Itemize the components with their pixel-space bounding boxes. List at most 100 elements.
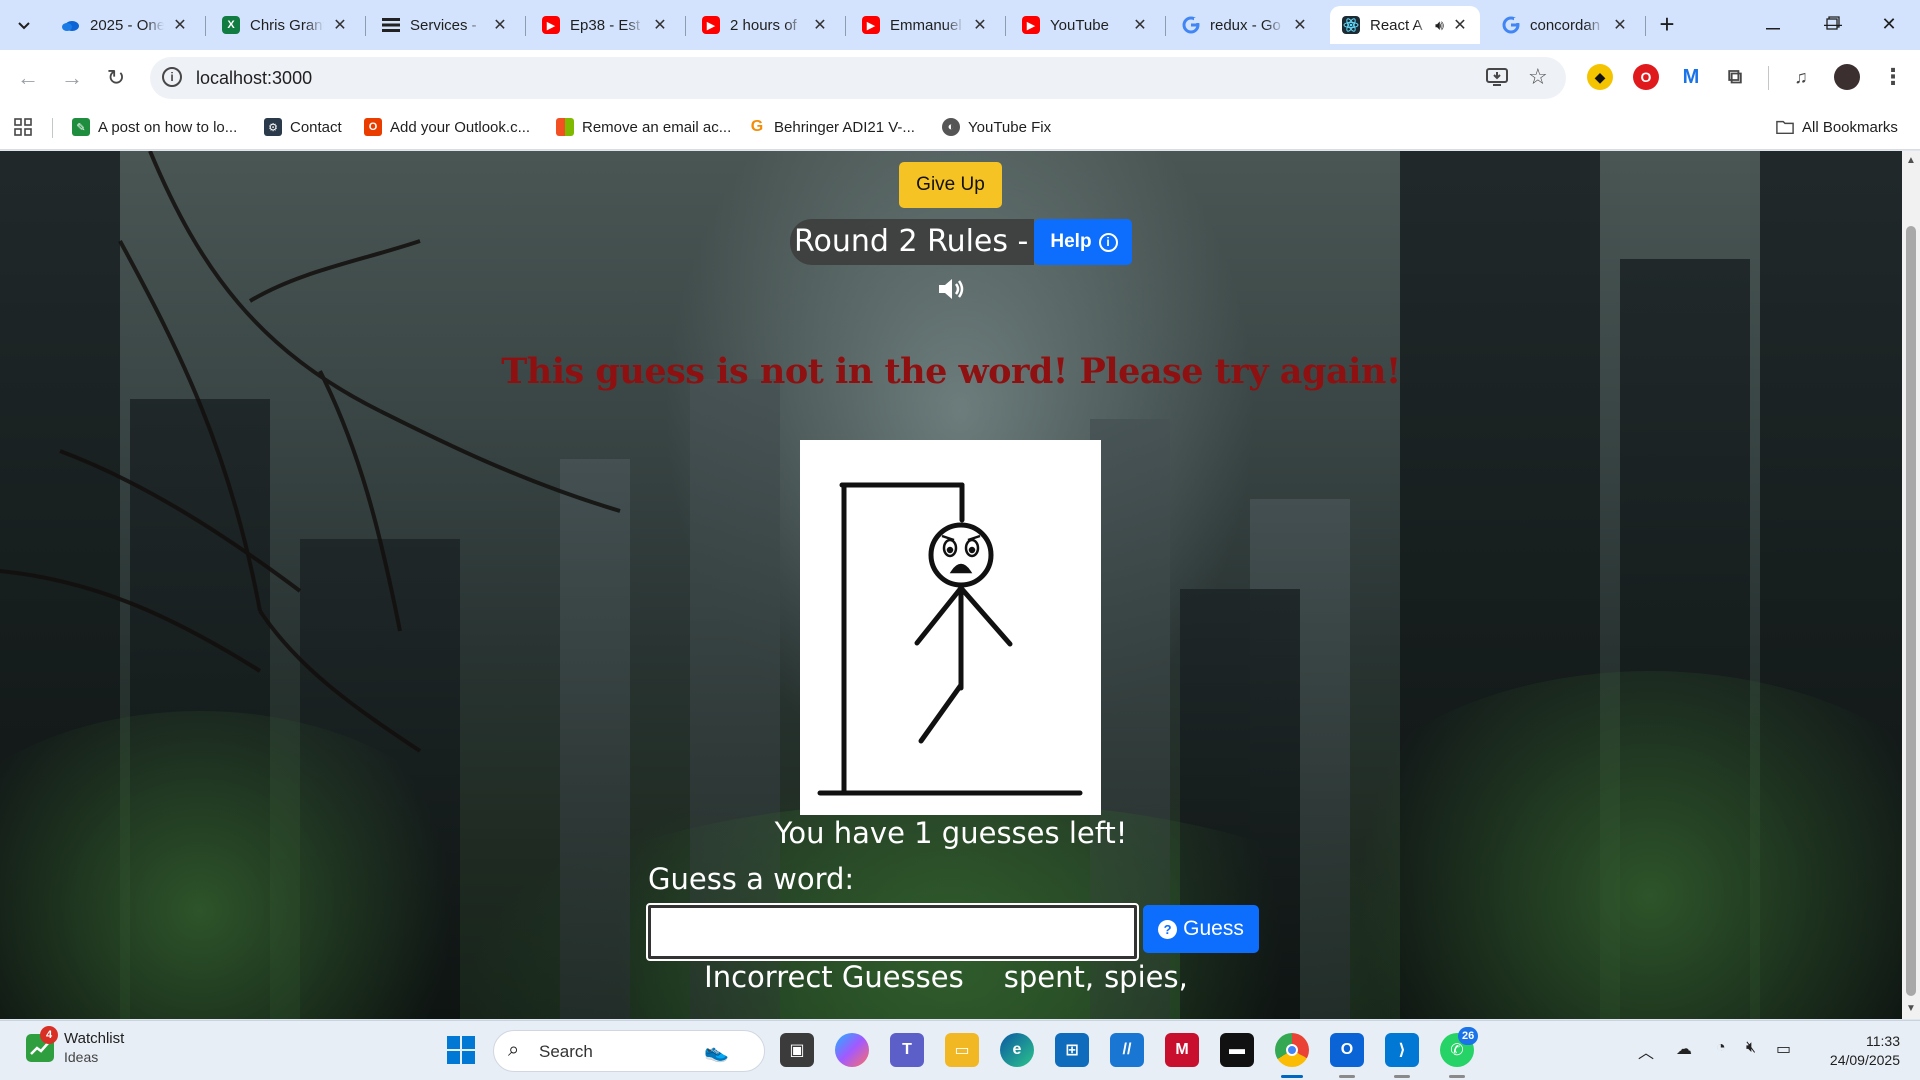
- close-icon[interactable]: ✕: [1290, 15, 1310, 35]
- restore-icon[interactable]: [1810, 8, 1856, 40]
- notification-badge: 4: [40, 1026, 58, 1044]
- file-explorer-icon[interactable]: ▭: [945, 1033, 979, 1067]
- bookmark-item[interactable]: ⚙ Contact: [264, 118, 342, 136]
- audio-playing-icon[interactable]: 🔊︎: [1435, 17, 1444, 34]
- bookmark-label: Remove an email ac...: [582, 118, 732, 136]
- tab-title: React A: [1370, 16, 1423, 34]
- vscode-icon[interactable]: ⟩: [1385, 1033, 1419, 1067]
- bookmark-star-icon[interactable]: ☆: [1528, 64, 1548, 90]
- more-menu-icon[interactable]: ⋮: [1880, 64, 1906, 90]
- close-icon[interactable]: ✕: [650, 15, 670, 35]
- close-icon[interactable]: ✕: [810, 15, 830, 35]
- battery-icon[interactable]: ▭: [1776, 1039, 1791, 1059]
- close-icon[interactable]: ✕: [1130, 15, 1150, 35]
- scroll-up-icon[interactable]: ▲: [1905, 155, 1917, 166]
- reload-icon[interactable]: ↻: [100, 62, 132, 94]
- app-blue-icon[interactable]: //: [1110, 1033, 1144, 1067]
- close-icon[interactable]: ✕: [490, 15, 510, 35]
- outlook-icon[interactable]: O: [1330, 1033, 1364, 1067]
- bookmark-item[interactable]: ◐ YouTube Fix: [942, 118, 1051, 136]
- copilot-icon[interactable]: [835, 1033, 869, 1067]
- page-scrollbar[interactable]: ▲ ▼: [1902, 151, 1920, 1019]
- excel-icon: X: [222, 16, 240, 34]
- close-icon[interactable]: ✕: [170, 15, 190, 35]
- extension-binance-icon[interactable]: ◆: [1587, 64, 1613, 90]
- tab-search-button[interactable]: [10, 12, 38, 40]
- bookmarks-bar: ✎ A post on how to lo... ⚙ Contact O Add yo…: [0, 106, 1920, 150]
- guess-button[interactable]: ? Guess: [1143, 905, 1259, 953]
- bookmark-item[interactable]: O Add your Outlook.c...: [364, 118, 530, 136]
- tab-youtube-2hours[interactable]: ▶ 2 hours of ✕: [690, 6, 840, 44]
- hangman-drawing: [800, 440, 1101, 815]
- speaker-icon[interactable]: [936, 275, 966, 303]
- minimize-icon[interactable]: [1750, 8, 1796, 40]
- edge-icon[interactable]: e: [1000, 1033, 1034, 1067]
- media-control-icon[interactable]: ♫: [1788, 64, 1814, 90]
- extensions-puzzle-icon[interactable]: ⧉: [1722, 64, 1748, 90]
- guess-input[interactable]: [646, 903, 1139, 961]
- scrollbar-thumb[interactable]: [1906, 226, 1916, 996]
- tab-services[interactable]: Services - ✕: [370, 6, 520, 44]
- new-tab-button[interactable]: +: [1652, 10, 1682, 40]
- youtube-icon: ▶: [862, 16, 880, 34]
- bookmark-item[interactable]: G Behringer ADI21 V-...: [748, 118, 915, 136]
- all-bookmarks-folder[interactable]: All Bookmarks: [1776, 118, 1898, 136]
- tab-youtube-emmanuel[interactable]: ▶ Emmanuel ✕: [850, 6, 1000, 44]
- windows-start-icon[interactable]: [444, 1033, 478, 1067]
- bookmark-item[interactable]: ✎ A post on how to lo...: [72, 118, 237, 136]
- left-leg: [918, 682, 964, 744]
- tab-onedrive[interactable]: 2025 - OneDrive ✕: [50, 6, 200, 44]
- onedrive-cloud-icon[interactable]: ☁: [1676, 1039, 1692, 1059]
- close-icon[interactable]: ✕: [1610, 15, 1630, 35]
- speaker-muted-icon[interactable]: 🔇︎: [1746, 1039, 1756, 1057]
- site-info-icon[interactable]: i: [162, 67, 182, 87]
- terminal-icon[interactable]: ▬: [1220, 1033, 1254, 1067]
- close-icon[interactable]: ✕: [970, 15, 990, 35]
- task-view-icon[interactable]: ▣: [780, 1033, 814, 1067]
- address-bar[interactable]: i localhost:3000 ☆: [150, 57, 1566, 99]
- install-app-icon[interactable]: [1486, 67, 1508, 93]
- back-arrow-icon[interactable]: ←: [12, 62, 44, 94]
- scroll-down-icon[interactable]: ▼: [1905, 1003, 1917, 1014]
- chevron-up-icon[interactable]: ︿: [1638, 1039, 1654, 1063]
- extension-malwarebytes-icon[interactable]: M: [1678, 64, 1704, 90]
- give-up-button[interactable]: Give Up: [899, 162, 1002, 208]
- tab-react-app[interactable]: React A 🔊︎ ✕: [1330, 6, 1480, 44]
- mcafee-icon[interactable]: M: [1165, 1033, 1199, 1067]
- office-icon: O: [364, 118, 382, 136]
- youtube-icon: ▶: [702, 16, 720, 34]
- avatar[interactable]: [1834, 64, 1860, 90]
- wifi-icon[interactable]: ◔: [1716, 1039, 1726, 1057]
- close-window-icon[interactable]: ✕: [1866, 8, 1912, 40]
- microsoft-store-icon[interactable]: ⊞: [1055, 1033, 1089, 1067]
- tab-title: 2025 - OneDrive: [90, 16, 164, 34]
- guesses-left-text: You have 1 guesses left!: [774, 816, 1128, 850]
- search-placeholder: Search: [539, 1042, 593, 1061]
- tab-google-redux[interactable]: redux - Go ✕: [1170, 6, 1320, 44]
- bookmark-item[interactable]: Remove an email ac...: [556, 118, 731, 136]
- system-clock[interactable]: 11:33 24/09/2025: [1800, 1032, 1900, 1070]
- google-icon: [1502, 16, 1520, 34]
- folder-icon: [1776, 118, 1794, 136]
- right-arm: [958, 585, 1013, 647]
- taskbar-search[interactable]: ⌕ Search 👟: [493, 1030, 765, 1072]
- running-indicator: [1339, 1075, 1355, 1078]
- bookmark-label: Behringer ADI21 V-...: [774, 118, 915, 136]
- help-button[interactable]: Help i: [1034, 219, 1132, 265]
- react-icon: [1342, 16, 1360, 34]
- whatsapp-badge: 26: [1458, 1027, 1479, 1045]
- extension-opera-icon[interactable]: O: [1633, 64, 1659, 90]
- tab-youtube-ep38[interactable]: ▶ Ep38 - Est ✕: [530, 6, 680, 44]
- tab-youtube[interactable]: ▶ YouTube ✕: [1010, 6, 1160, 44]
- close-icon[interactable]: ✕: [1450, 15, 1470, 35]
- chrome-icon[interactable]: [1275, 1033, 1309, 1067]
- running-indicator: [1449, 1075, 1465, 1078]
- forward-arrow-icon[interactable]: →: [56, 62, 88, 94]
- apps-grid-icon[interactable]: [14, 118, 32, 136]
- close-icon[interactable]: ✕: [330, 15, 350, 35]
- teams-icon[interactable]: T: [890, 1033, 924, 1067]
- guess-label: Guess a word:: [648, 862, 855, 896]
- tab-excel[interactable]: X Chris Grant ✕: [210, 6, 360, 44]
- url-text[interactable]: localhost:3000: [196, 68, 312, 89]
- tab-google-concordance[interactable]: concordan ✕: [1490, 6, 1640, 44]
